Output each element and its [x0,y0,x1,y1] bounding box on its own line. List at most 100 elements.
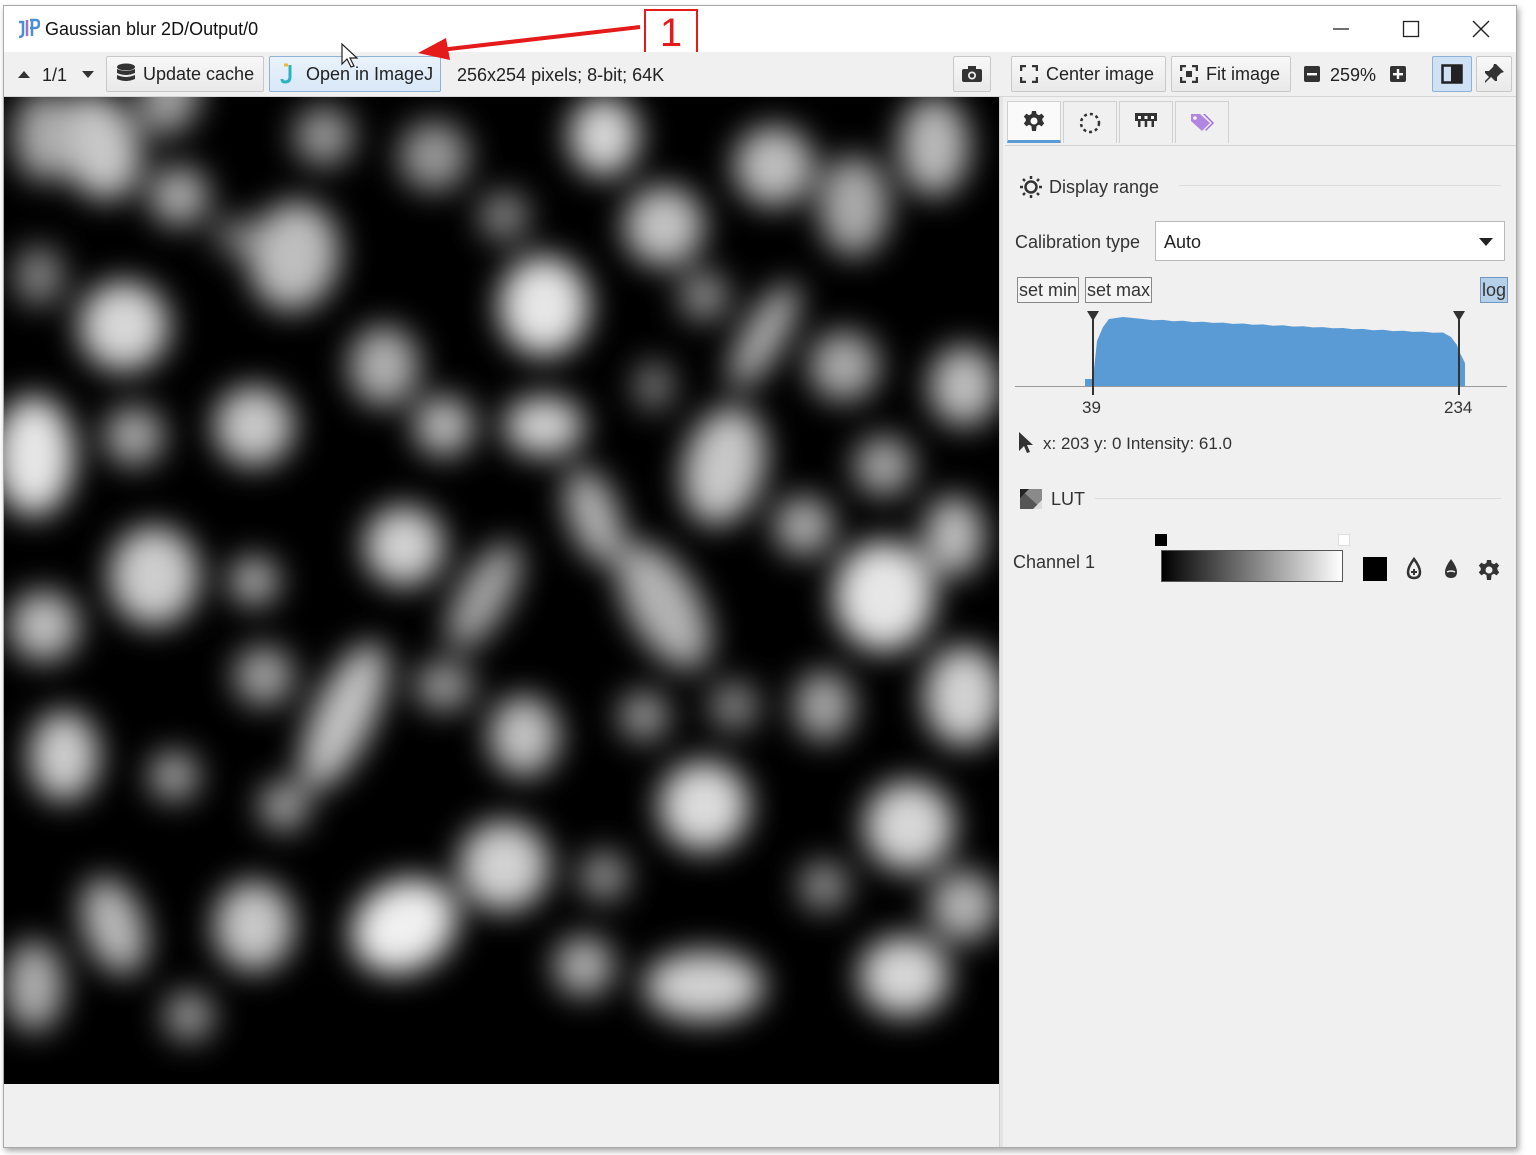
app-logo-icon [18,18,40,39]
center-image-label: Center image [1046,63,1155,84]
previous-page-button[interactable] [10,56,38,92]
chevron-down-icon [1479,238,1493,246]
image-blob [149,751,199,801]
cursor-pointer-icon [1019,432,1033,453]
lut-header: LUT [1019,488,1085,510]
app-window: Gaussian blur 2D/Output/0 1 1/1 Update c… [3,5,1517,1148]
camera-icon [962,66,982,82]
image-blob [214,386,294,466]
image-blob [9,591,79,661]
minus-icon [1304,66,1320,82]
side-tabs [1005,101,1516,146]
image-blob [579,851,629,901]
image-blob [214,216,254,256]
page-counter: 1/1 [42,65,68,85]
image-canvas[interactable] [4,97,999,1084]
image-blob [929,346,999,426]
fit-image-button[interactable]: Fit image [1171,56,1291,92]
image-blob [4,941,64,1031]
zoom-out-button[interactable] [1300,56,1324,92]
image-blob [164,991,214,1041]
image-blob [414,661,474,711]
image-blob [504,396,584,456]
lut-start-handle[interactable] [1155,534,1167,546]
open-in-imagej-button[interactable]: Open in ImageJ [269,56,441,92]
image-blob [774,496,834,556]
close-button[interactable] [1446,6,1516,52]
lut-settings-gear-icon[interactable] [1478,559,1500,581]
maximize-button[interactable] [1376,6,1446,52]
calibration-type-select[interactable]: Auto [1155,221,1505,261]
image-blob [624,186,704,266]
image-blob [709,681,759,731]
annotation-marker: 1 [644,9,698,57]
tab-measurements[interactable] [1119,101,1173,143]
image-blob [554,936,614,996]
toggle-side-panel-button[interactable] [1432,56,1472,92]
lut-icon [1020,489,1042,509]
minimize-button[interactable] [1306,6,1376,52]
zoom-in-button[interactable] [1386,56,1410,92]
side-panel-icon [1441,64,1463,84]
image-blob [234,646,294,706]
set-max-button[interactable]: set max [1085,277,1153,303]
image-info: 256x254 pixels; 8-bit; 64K [457,65,665,85]
measure-icon [1135,112,1157,127]
update-cache-label: Update cache [143,63,255,84]
cursor-info: x: 203 y: 0 Intensity: 61.0 [1043,434,1233,453]
lut-divider [1095,498,1501,499]
display-range-header: Display range [1019,175,1159,199]
zoom-level: 259% [1330,65,1377,85]
calibration-type-label: Calibration type [1015,232,1141,252]
center-icon [1020,65,1038,83]
image-blob [679,271,729,321]
screenshot-button[interactable] [953,56,991,92]
gear-icon [1023,111,1045,131]
image-blob [109,526,199,626]
lut-color-swatch[interactable] [1363,557,1387,581]
image-blob [569,97,639,176]
histogram-area [1085,317,1465,386]
image-blob [259,781,309,831]
tab-annotations[interactable] [1175,101,1229,143]
image-blob [294,106,354,166]
center-image-button[interactable]: Center image [1011,56,1166,92]
image-blob [809,331,879,401]
lut-gradient[interactable] [1161,550,1343,582]
imagej-icon [280,63,292,84]
tab-display-settings[interactable] [1007,101,1061,143]
image-blob [104,406,164,466]
lut-end-handle[interactable] [1338,534,1350,546]
image-blob [859,936,949,1016]
log-toggle[interactable]: log [1480,277,1509,303]
image-blob [899,97,969,196]
image-blob [29,711,99,801]
title-bar: Gaussian blur 2D/Output/0 1 [4,6,1516,57]
set-min-button[interactable]: set min [1017,277,1080,303]
drop-icon[interactable] [1441,557,1461,581]
fit-image-label: Fit image [1206,63,1281,84]
pin-button[interactable] [1476,56,1512,92]
max-value-label: 234 [1444,398,1473,417]
update-cache-button[interactable]: Update cache [106,56,264,92]
image-blob [499,256,589,356]
image-blob [864,781,954,871]
image-blob [644,951,764,1021]
drop-add-icon[interactable] [1404,557,1424,581]
image-blob [834,541,934,651]
database-icon [117,63,135,81]
image-blob [659,761,749,851]
image-viewer[interactable] [4,97,999,1084]
close-icon [1472,20,1490,38]
fit-icon [1180,65,1198,83]
tab-roi[interactable] [1063,101,1117,143]
image-blob [79,281,169,371]
next-page-button[interactable] [74,56,102,92]
calibration-type-value: Auto [1164,232,1202,252]
image-blob [349,326,419,406]
image-blob [924,496,984,576]
dotted-circle-icon [1079,112,1101,133]
image-blob [459,821,549,911]
minimize-icon [1333,28,1349,30]
tags-icon [1191,113,1214,131]
